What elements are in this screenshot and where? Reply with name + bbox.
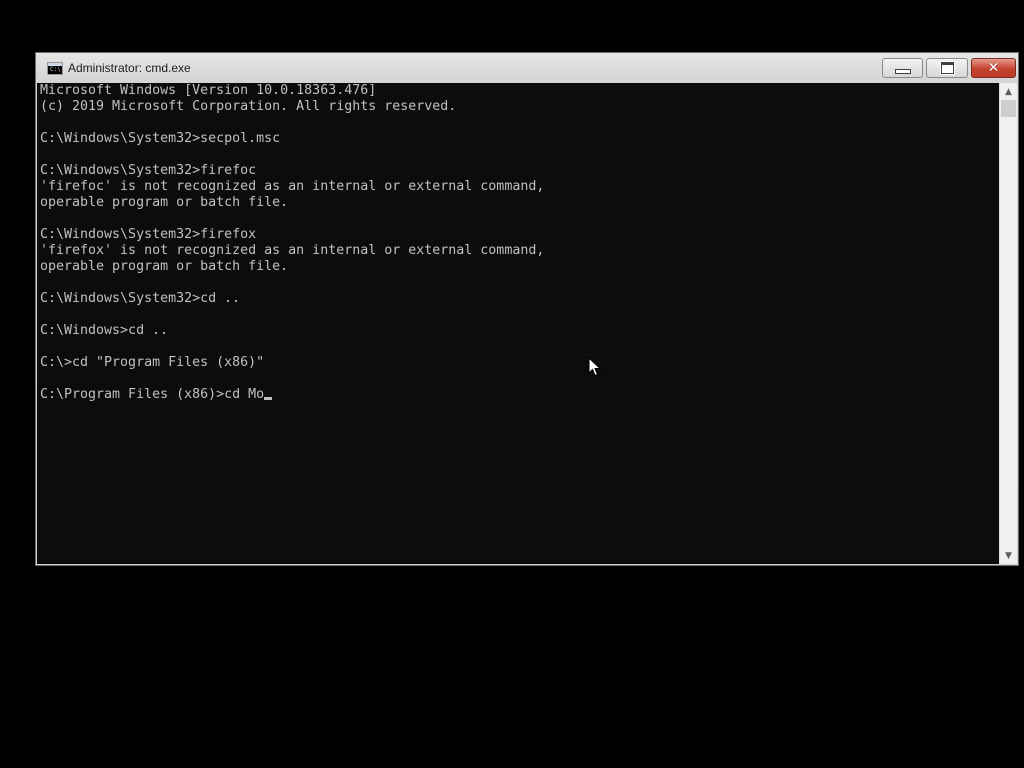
- console-line: C:\Windows\System32>secpol.msc: [40, 131, 281, 146]
- cmd-window: C:\ Administrator: cmd.exe ✕ Microsoft W…: [35, 52, 1019, 566]
- console-line: C:\Windows\System32>firefoc: [40, 163, 257, 178]
- console-line: operable program or batch file.: [40, 195, 289, 210]
- console-line: Microsoft Windows [Version 10.0.18363.47…: [40, 83, 377, 98]
- console-line: C:\Windows\System32>firefox: [40, 227, 257, 242]
- console-line: operable program or batch file.: [40, 259, 289, 274]
- text-cursor: [264, 397, 273, 400]
- minimize-icon: [894, 69, 911, 74]
- maximize-button[interactable]: [926, 58, 968, 78]
- cmd-icon[interactable]: C:\: [47, 62, 63, 75]
- close-button[interactable]: ✕: [971, 58, 1016, 78]
- window-title: Administrator: cmd.exe: [68, 61, 191, 75]
- console-line: 'firefoc' is not recognized as an intern…: [40, 179, 545, 194]
- console-line: C:\>cd "Program Files (x86)": [40, 355, 265, 370]
- console-line: (c) 2019 Microsoft Corporation. All righ…: [40, 99, 457, 114]
- scroll-up-arrow-icon[interactable]: ▲: [1000, 83, 1017, 100]
- console-line: C:\Windows>cd ..: [40, 323, 169, 338]
- scroll-thumb[interactable]: [1001, 100, 1016, 117]
- mouse-pointer-icon: [588, 357, 602, 377]
- console-line: C:\Windows\System32>cd ..: [40, 291, 241, 306]
- console-text: Microsoft Windows [Version 10.0.18363.47…: [37, 83, 999, 403]
- scroll-down-arrow-icon[interactable]: ▼: [1000, 547, 1017, 564]
- console-line: 'firefox' is not recognized as an intern…: [40, 243, 545, 258]
- cmd-icon-glyph: C:\: [50, 66, 61, 73]
- maximize-icon: [940, 62, 954, 74]
- vertical-scrollbar[interactable]: ▲ ▼: [999, 83, 1017, 564]
- console-output[interactable]: Microsoft Windows [Version 10.0.18363.47…: [37, 83, 999, 564]
- console-line: C:\Program Files (x86)>cd Mo: [40, 387, 999, 403]
- close-icon: ✕: [987, 60, 1000, 76]
- title-bar[interactable]: C:\ Administrator: cmd.exe ✕: [36, 53, 1018, 83]
- minimize-button[interactable]: [882, 58, 923, 78]
